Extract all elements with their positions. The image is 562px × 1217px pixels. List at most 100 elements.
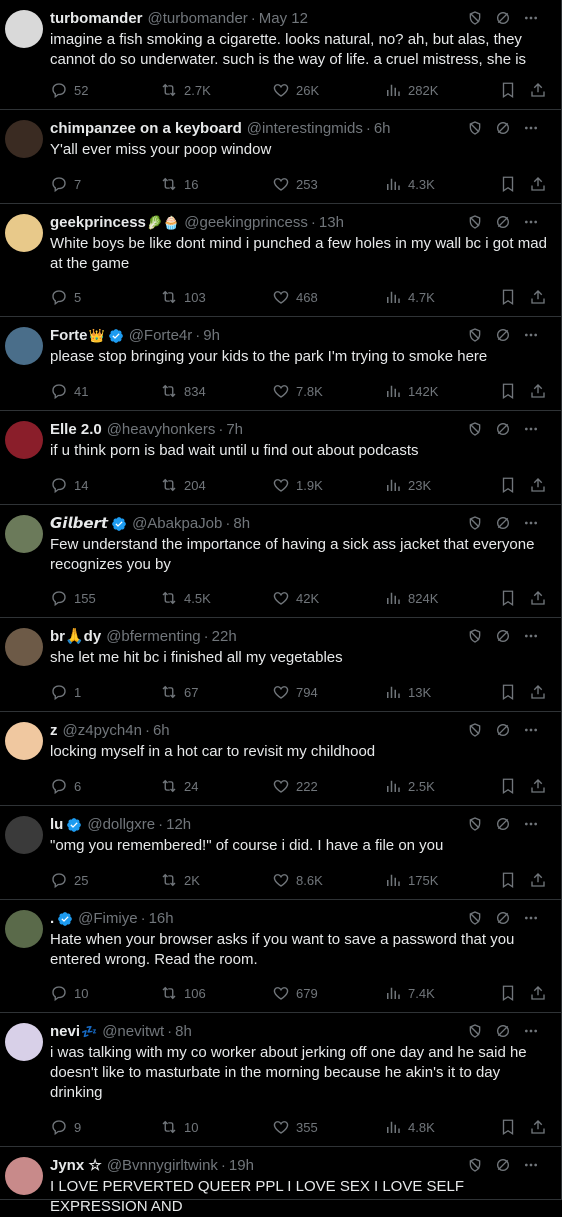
avatar[interactable] xyxy=(5,1023,43,1061)
handle[interactable]: @Bvnnygirltwink xyxy=(107,1157,218,1175)
bookmark-icon[interactable] xyxy=(499,1118,517,1136)
block-icon[interactable] xyxy=(467,628,483,644)
avatar[interactable] xyxy=(5,1157,43,1195)
bookmark-icon[interactable] xyxy=(499,871,517,889)
bookmark-icon[interactable] xyxy=(499,382,517,400)
share-icon[interactable] xyxy=(529,175,547,193)
more-icon[interactable] xyxy=(523,1023,539,1039)
block-icon[interactable] xyxy=(467,120,483,136)
handle[interactable]: @nevitwt xyxy=(102,1023,164,1041)
display-name[interactable]: 𝙂𝙞𝙡𝙗𝙚𝙧𝙩 xyxy=(50,515,108,533)
more-icon[interactable] xyxy=(523,910,539,926)
mute-icon[interactable] xyxy=(495,628,511,644)
block-icon[interactable] xyxy=(467,515,483,531)
display-name[interactable]: geekprincess xyxy=(50,214,146,232)
retweet-button[interactable]: 103 xyxy=(160,288,272,306)
tweet[interactable]: . @Fimiye · 16h Hate when your browser a… xyxy=(0,900,561,1013)
share-icon[interactable] xyxy=(529,777,547,795)
mute-icon[interactable] xyxy=(495,421,511,437)
timestamp[interactable]: 9h xyxy=(203,327,220,345)
reply-button[interactable]: 14 xyxy=(50,476,160,494)
reply-button[interactable]: 6 xyxy=(50,777,160,795)
more-icon[interactable] xyxy=(523,722,539,738)
views-button[interactable]: 824K xyxy=(384,589,494,607)
mute-icon[interactable] xyxy=(495,10,511,26)
more-icon[interactable] xyxy=(523,214,539,230)
handle[interactable]: @geekingprincess xyxy=(184,214,308,232)
reply-button[interactable]: 7 xyxy=(50,175,160,193)
more-icon[interactable] xyxy=(523,10,539,26)
like-button[interactable]: 8.6K xyxy=(272,871,384,889)
like-button[interactable]: 222 xyxy=(272,777,384,795)
avatar[interactable] xyxy=(5,327,43,365)
more-icon[interactable] xyxy=(523,421,539,437)
views-button[interactable]: 4.8K xyxy=(384,1118,494,1136)
handle[interactable]: @turbomander xyxy=(148,10,248,28)
share-icon[interactable] xyxy=(529,871,547,889)
tweet[interactable]: geekprincess 🥬🧁 @geekingprincess · 13h W… xyxy=(0,204,561,317)
more-icon[interactable] xyxy=(523,515,539,531)
tweet[interactable]: 𝙂𝙞𝙡𝙗𝙚𝙧𝙩 @AbakpaJob · 8h Few understand t… xyxy=(0,505,561,618)
tweet[interactable]: turbomander @turbomander · May 12 imagin… xyxy=(0,0,561,110)
tweet[interactable]: lu @dollgxre · 12h "omg you remembered!"… xyxy=(0,806,561,900)
mute-icon[interactable] xyxy=(495,910,511,926)
timestamp[interactable]: 19h xyxy=(229,1157,254,1175)
display-name[interactable]: chimpanzee on a keyboard xyxy=(50,120,242,138)
timestamp[interactable]: 22h xyxy=(212,628,237,646)
timestamp[interactable]: 7h xyxy=(226,421,243,439)
share-icon[interactable] xyxy=(529,81,547,99)
block-icon[interactable] xyxy=(467,1157,483,1173)
share-icon[interactable] xyxy=(529,476,547,494)
mute-icon[interactable] xyxy=(495,120,511,136)
reply-button[interactable]: 52 xyxy=(50,81,160,99)
reply-button[interactable]: 155 xyxy=(50,589,160,607)
block-icon[interactable] xyxy=(467,327,483,343)
retweet-button[interactable]: 834 xyxy=(160,382,272,400)
share-icon[interactable] xyxy=(529,288,547,306)
avatar[interactable] xyxy=(5,10,43,48)
avatar[interactable] xyxy=(5,515,43,553)
bookmark-icon[interactable] xyxy=(499,777,517,795)
display-name[interactable]: Jynx ☆ xyxy=(50,1157,102,1175)
views-button[interactable]: 4.3K xyxy=(384,175,494,193)
reply-button[interactable]: 25 xyxy=(50,871,160,889)
tweet[interactable]: z @z4pych4n · 6h locking myself in a hot… xyxy=(0,712,561,806)
mute-icon[interactable] xyxy=(495,1157,511,1173)
avatar[interactable] xyxy=(5,120,43,158)
handle[interactable]: @Fimiye xyxy=(78,910,137,928)
retweet-button[interactable]: 16 xyxy=(160,175,272,193)
like-button[interactable]: 679 xyxy=(272,984,384,1002)
avatar[interactable] xyxy=(5,214,43,252)
block-icon[interactable] xyxy=(467,10,483,26)
bookmark-icon[interactable] xyxy=(499,476,517,494)
block-icon[interactable] xyxy=(467,214,483,230)
like-button[interactable]: 7.8K xyxy=(272,382,384,400)
handle[interactable]: @AbakpaJob xyxy=(132,515,222,533)
retweet-button[interactable]: 10 xyxy=(160,1118,272,1136)
share-icon[interactable] xyxy=(529,589,547,607)
handle[interactable]: @interestingmids xyxy=(247,120,363,138)
mute-icon[interactable] xyxy=(495,515,511,531)
timestamp[interactable]: 6h xyxy=(374,120,391,138)
timestamp[interactable]: 12h xyxy=(166,816,191,834)
handle[interactable]: @z4pych4n xyxy=(63,722,142,740)
display-name[interactable]: . xyxy=(50,910,54,928)
block-icon[interactable] xyxy=(467,1023,483,1039)
handle[interactable]: @heavyhonkers xyxy=(107,421,216,439)
timestamp[interactable]: 16h xyxy=(149,910,174,928)
retweet-button[interactable]: 2K xyxy=(160,871,272,889)
reply-button[interactable]: 41 xyxy=(50,382,160,400)
like-button[interactable]: 355 xyxy=(272,1118,384,1136)
share-icon[interactable] xyxy=(529,382,547,400)
more-icon[interactable] xyxy=(523,1157,539,1173)
block-icon[interactable] xyxy=(467,816,483,832)
timestamp[interactable]: May 12 xyxy=(259,10,308,28)
views-button[interactable]: 7.4K xyxy=(384,984,494,1002)
retweet-button[interactable]: 2.7K xyxy=(160,81,272,99)
avatar[interactable] xyxy=(5,816,43,854)
share-icon[interactable] xyxy=(529,1118,547,1136)
display-name[interactable]: Elle 2.0 xyxy=(50,421,102,439)
reply-button[interactable]: 5 xyxy=(50,288,160,306)
bookmark-icon[interactable] xyxy=(499,175,517,193)
like-button[interactable]: 253 xyxy=(272,175,384,193)
